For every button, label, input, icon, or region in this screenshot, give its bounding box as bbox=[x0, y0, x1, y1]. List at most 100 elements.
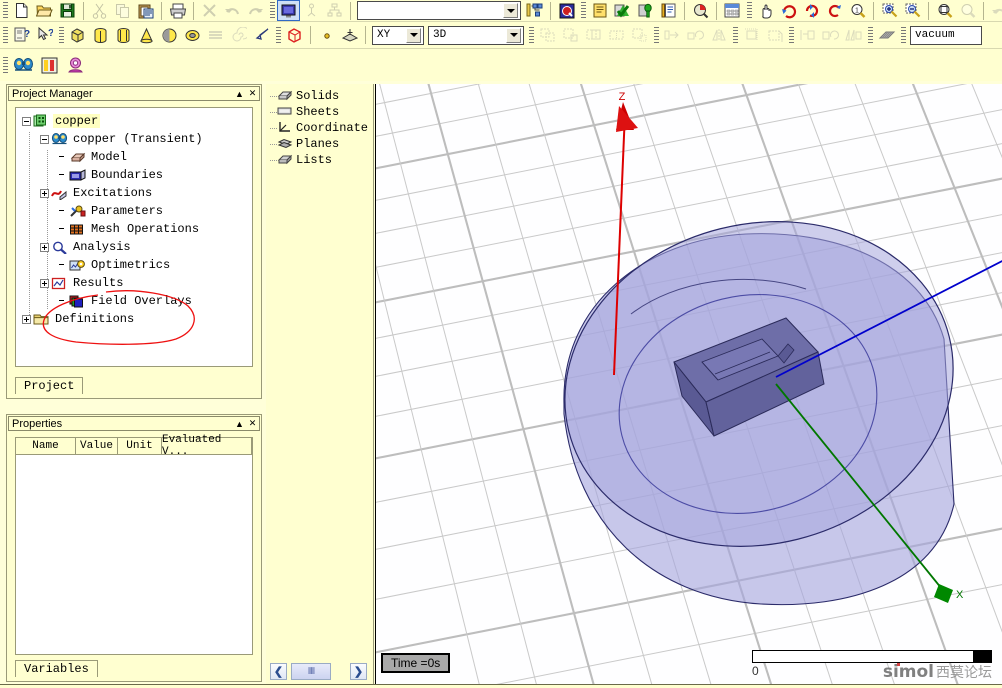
unite-icon[interactable] bbox=[536, 25, 559, 46]
collapse-icon[interactable]: ▲ bbox=[233, 87, 246, 100]
column-header-value[interactable]: Value bbox=[76, 438, 118, 454]
duplicate-around-axis-icon[interactable] bbox=[819, 25, 842, 46]
whats-this-icon[interactable]: ? bbox=[33, 25, 56, 46]
surface-mesh-icon[interactable] bbox=[875, 25, 898, 46]
close-icon[interactable]: ✕ bbox=[246, 87, 259, 100]
expander-plus-icon[interactable] bbox=[40, 242, 49, 252]
draw-cone-icon[interactable] bbox=[135, 25, 158, 46]
column-header-name[interactable]: Name bbox=[16, 438, 76, 454]
paste-icon[interactable] bbox=[134, 0, 157, 21]
project-tree[interactable]: copper copper (Transient) Model Boundari… bbox=[15, 107, 253, 367]
model-item-solids[interactable]: Solids bbox=[270, 88, 372, 104]
create-region-icon[interactable] bbox=[283, 25, 306, 46]
scroll-right-button[interactable]: ❯ bbox=[350, 662, 367, 680]
undo-icon[interactable] bbox=[221, 0, 244, 21]
model-item-coordinate[interactable]: Coordinate bbox=[270, 120, 372, 136]
chevron-down-icon[interactable] bbox=[406, 27, 421, 43]
redo-icon[interactable] bbox=[244, 0, 267, 21]
zoom-eye-icon[interactable]: 1 bbox=[846, 0, 869, 21]
toolbar-grip[interactable] bbox=[789, 26, 794, 44]
network-icon[interactable] bbox=[323, 0, 346, 21]
zoom-out-icon[interactable] bbox=[901, 0, 924, 21]
properties-grid[interactable]: Name Value Unit Evaluated V... bbox=[15, 434, 253, 655]
toolbar-grip[interactable] bbox=[868, 26, 873, 44]
duplicate-along-line-icon[interactable] bbox=[842, 25, 865, 46]
expander-minus-icon[interactable] bbox=[40, 134, 49, 144]
draw-cylinder-icon[interactable] bbox=[89, 25, 112, 46]
fit-all-icon[interactable] bbox=[933, 0, 956, 21]
draw-point-icon[interactable] bbox=[315, 25, 338, 46]
toolbar-grip[interactable] bbox=[270, 2, 275, 19]
tree-node-mesh-operations[interactable]: Mesh Operations bbox=[16, 220, 252, 238]
cut-icon[interactable] bbox=[88, 0, 111, 21]
help-context-icon[interactable]: ? bbox=[10, 25, 33, 46]
probe-icon[interactable] bbox=[300, 0, 323, 21]
matrix-icon[interactable] bbox=[721, 0, 744, 21]
model-tree-list[interactable]: Solids Sheets Coordinate Planes Lists bbox=[270, 88, 372, 168]
dynamic-rotate-icon[interactable] bbox=[800, 0, 823, 21]
solution-combo[interactable] bbox=[357, 1, 521, 20]
move-icon[interactable] bbox=[661, 25, 684, 46]
offset-icon[interactable] bbox=[740, 25, 763, 46]
slider-thumb[interactable] bbox=[973, 651, 991, 662]
delete-icon[interactable] bbox=[198, 0, 221, 21]
quick-tool-icon[interactable] bbox=[555, 0, 578, 21]
tab-project[interactable]: Project bbox=[15, 377, 84, 394]
tree-node-analysis[interactable]: Analysis bbox=[16, 238, 252, 256]
draw-helix-icon[interactable] bbox=[204, 25, 227, 46]
toolbar-grip[interactable] bbox=[3, 56, 8, 74]
zoom-in-icon[interactable] bbox=[878, 0, 901, 21]
separate-bodies-icon[interactable] bbox=[628, 25, 651, 46]
3d-viewport[interactable]: Z X bbox=[375, 84, 1002, 684]
fit-selection-icon[interactable] bbox=[956, 0, 979, 21]
draw-bondwire-icon[interactable] bbox=[250, 25, 273, 46]
validate-icon[interactable] bbox=[588, 0, 611, 21]
open-design-icon[interactable] bbox=[10, 53, 36, 77]
open-folder-icon[interactable] bbox=[33, 0, 56, 21]
close-icon[interactable]: ✕ bbox=[246, 417, 259, 430]
analyze-all-icon[interactable] bbox=[634, 0, 657, 21]
toolbar-grip[interactable] bbox=[733, 26, 738, 44]
prev-view-icon[interactable] bbox=[988, 0, 1002, 21]
toolbar-grip[interactable] bbox=[3, 26, 8, 44]
expander-plus-icon[interactable] bbox=[22, 314, 31, 324]
intersect-icon[interactable] bbox=[582, 25, 605, 46]
column-header-unit[interactable]: Unit bbox=[118, 438, 162, 454]
duplicate-mirror-icon[interactable] bbox=[796, 25, 819, 46]
expander-plus-icon[interactable] bbox=[40, 278, 49, 288]
analyze-icon[interactable] bbox=[611, 0, 634, 21]
spin-icon[interactable] bbox=[823, 0, 846, 21]
draw-regular-polyhedron-icon[interactable] bbox=[112, 25, 135, 46]
tree-node-excitations[interactable]: Excitations bbox=[16, 184, 252, 202]
tree-node-boundaries[interactable]: Boundaries bbox=[16, 166, 252, 184]
new-file-icon[interactable] bbox=[10, 0, 33, 21]
expander-minus-icon[interactable] bbox=[22, 116, 31, 126]
tree-node-definitions[interactable]: Definitions bbox=[16, 310, 252, 328]
draw-plane-icon[interactable] bbox=[338, 25, 361, 46]
scroll-left-button[interactable]: ❮ bbox=[270, 662, 287, 680]
report-icon[interactable] bbox=[657, 0, 680, 21]
toolbar-grip[interactable] bbox=[59, 26, 64, 44]
toolbar-grip[interactable] bbox=[654, 26, 659, 44]
pie-icon[interactable] bbox=[689, 0, 712, 21]
material-field[interactable]: vacuum bbox=[910, 25, 982, 45]
tree-node-optimetrics[interactable]: Optimetrics bbox=[16, 256, 252, 274]
drawing-plane-combo[interactable]: XY bbox=[372, 25, 424, 45]
rotate-icon[interactable] bbox=[777, 0, 800, 21]
model-item-lists[interactable]: Lists bbox=[270, 152, 372, 168]
draw-torus-icon[interactable] bbox=[181, 25, 204, 46]
toolbar-grip[interactable] bbox=[529, 26, 534, 44]
column-header-evaluated-value[interactable]: Evaluated V... bbox=[162, 434, 252, 458]
subtract-icon[interactable] bbox=[559, 25, 582, 46]
design-list-icon[interactable] bbox=[523, 0, 546, 21]
design-properties-icon[interactable] bbox=[36, 53, 62, 77]
collapse-icon[interactable]: ▲ bbox=[233, 417, 246, 430]
expander-plus-icon[interactable] bbox=[40, 188, 49, 198]
tree-node-results[interactable]: Results bbox=[16, 274, 252, 292]
sweep-icon[interactable] bbox=[763, 25, 786, 46]
scroll-thumb[interactable]: ⦀⦀ bbox=[291, 662, 331, 680]
tab-variables[interactable]: Variables bbox=[15, 660, 98, 677]
save-icon[interactable] bbox=[56, 0, 79, 21]
design-settings-icon[interactable] bbox=[62, 53, 88, 77]
print-icon[interactable] bbox=[166, 0, 189, 21]
